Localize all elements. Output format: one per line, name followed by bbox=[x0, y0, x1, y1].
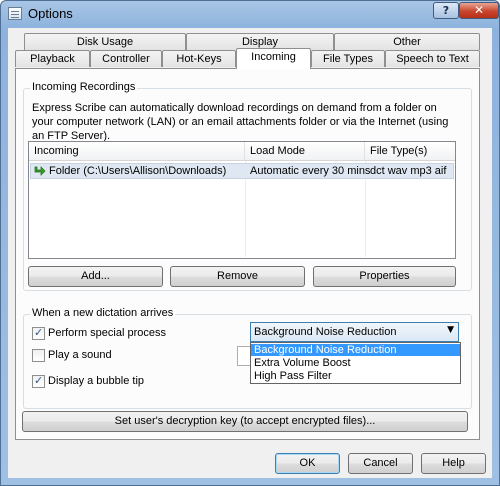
column-header-file-types[interactable]: File Type(s) bbox=[365, 142, 455, 161]
window-app-icon bbox=[8, 7, 22, 20]
dropdown-option-high-pass-filter[interactable]: High Pass Filter bbox=[251, 370, 460, 382]
cancel-button[interactable]: Cancel bbox=[348, 453, 413, 474]
tab-speech-to-text[interactable]: Speech to Text bbox=[385, 50, 480, 67]
special-process-select-value: Background Noise Reduction bbox=[254, 326, 397, 338]
window-title: Options bbox=[28, 6, 73, 21]
title-bar[interactable]: Options ? ✕ bbox=[1, 1, 499, 27]
incoming-list-header: Incoming Load Mode File Type(s) bbox=[29, 142, 455, 161]
dictation-arrives-group-label: When a new dictation arrives bbox=[30, 307, 176, 319]
set-decryption-key-button[interactable]: Set user's decryption key (to accept enc… bbox=[22, 411, 468, 432]
bubble-tip-checkbox[interactable] bbox=[32, 374, 45, 388]
incoming-recordings-group-label: Incoming Recordings bbox=[30, 81, 138, 93]
play-sound-label[interactable]: Play a sound bbox=[48, 349, 112, 362]
table-row[interactable]: Folder (C:\Users\Allison\Downloads) Auto… bbox=[30, 163, 454, 179]
column-header-incoming[interactable]: Incoming bbox=[29, 142, 245, 161]
green-arrow-icon bbox=[34, 166, 46, 176]
tab-incoming[interactable]: Incoming bbox=[236, 48, 311, 69]
chevron-down-icon: ▼ bbox=[447, 325, 454, 335]
close-window-button[interactable]: ✕ bbox=[459, 2, 499, 19]
column-header-load-mode[interactable]: Load Mode bbox=[245, 142, 365, 161]
incoming-tab-panel: Incoming Recordings Express Scribe can a… bbox=[15, 68, 480, 440]
tab-controller[interactable]: Controller bbox=[90, 50, 162, 67]
dialog-client-area: Disk Usage Display Other Playback Contro… bbox=[8, 28, 492, 478]
ok-button[interactable]: OK bbox=[275, 453, 340, 474]
title-help-button[interactable]: ? bbox=[433, 2, 459, 19]
properties-button[interactable]: Properties bbox=[313, 266, 456, 287]
options-window: Options ? ✕ Disk Usage Display Other Pla… bbox=[0, 0, 500, 486]
row-incoming-cell: Folder (C:\Users\Allison\Downloads) bbox=[49, 165, 227, 177]
remove-button[interactable]: Remove bbox=[170, 266, 305, 287]
incoming-recordings-group: Incoming Recordings Express Scribe can a… bbox=[23, 81, 472, 291]
dropdown-option-background-noise-reduction[interactable]: Background Noise Reduction bbox=[251, 344, 460, 356]
tab-playback[interactable]: Playback bbox=[15, 50, 90, 67]
perform-special-process-checkbox[interactable] bbox=[32, 326, 45, 340]
row-file-types-cell: dct wav mp3 aif bbox=[370, 165, 447, 177]
tab-disk-usage[interactable]: Disk Usage bbox=[24, 33, 186, 50]
incoming-list[interactable]: Incoming Load Mode File Type(s) Folder (… bbox=[28, 141, 456, 259]
incoming-description: Express Scribe can automatically downloa… bbox=[32, 102, 449, 142]
perform-special-process-label[interactable]: Perform special process bbox=[48, 327, 166, 340]
special-process-select[interactable]: Background Noise Reduction ▼ bbox=[250, 322, 459, 342]
tab-other[interactable]: Other bbox=[334, 33, 480, 50]
bubble-tip-label[interactable]: Display a bubble tip bbox=[48, 375, 144, 388]
tab-hot-keys[interactable]: Hot-Keys bbox=[162, 50, 236, 67]
add-button[interactable]: Add... bbox=[28, 266, 163, 287]
help-button[interactable]: Help bbox=[421, 453, 486, 474]
row-load-mode-cell: Automatic every 30 mins bbox=[250, 165, 371, 177]
play-sound-checkbox[interactable] bbox=[32, 349, 45, 362]
special-process-dropdown: Background Noise Reduction Extra Volume … bbox=[250, 342, 461, 384]
dropdown-option-extra-volume-boost[interactable]: Extra Volume Boost bbox=[251, 357, 460, 369]
tab-file-types[interactable]: File Types bbox=[311, 50, 385, 67]
